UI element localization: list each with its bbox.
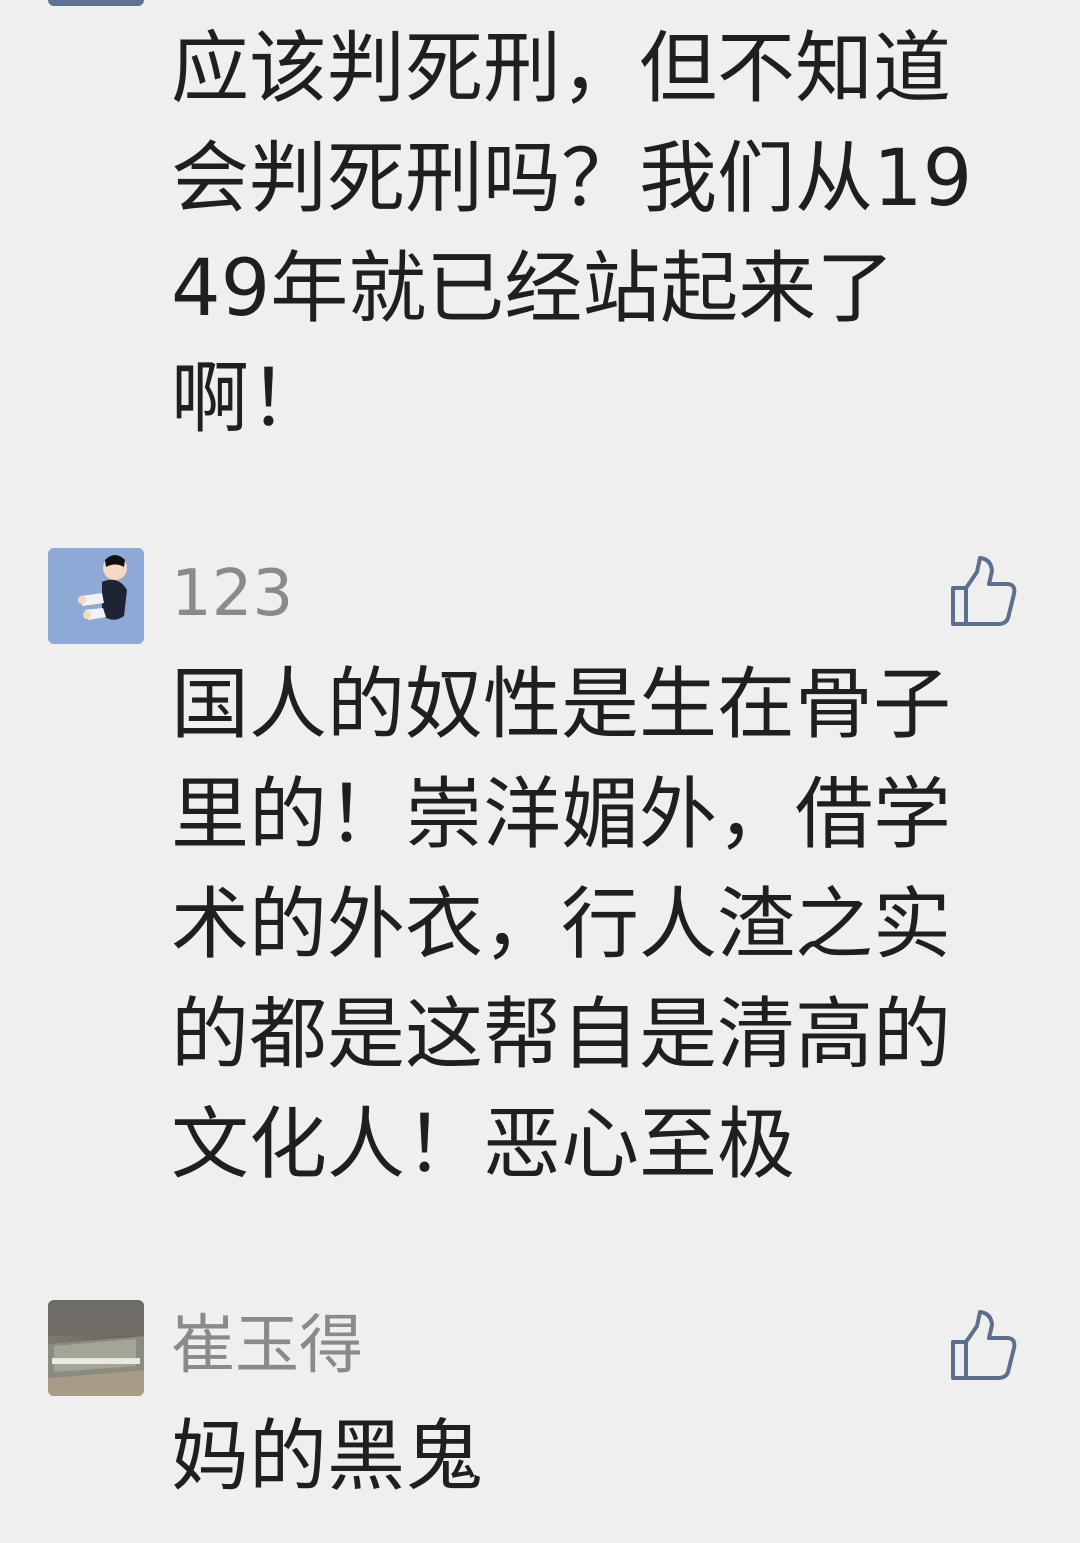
- room-photo-avatar-icon: [48, 1300, 144, 1396]
- previous-comment-avatar-edge: [48, 0, 144, 6]
- comment-text: 应该判死刑，但不知道会判死刑吗？我们从1949年就已经站起来了啊！: [171, 24, 973, 444]
- user-avatar[interactable]: [48, 548, 144, 644]
- user-avatar[interactable]: [48, 1300, 144, 1396]
- comment-text: 妈的黑鬼: [171, 1412, 484, 1502]
- comment-text: 国人的奴性是生在骨子里的！崇洋媚外，借学术的外衣，行人渣之实的都是这帮自是清高的…: [171, 660, 952, 1190]
- username[interactable]: 崔玉得: [171, 1314, 363, 1378]
- thumbs-up-icon[interactable]: [946, 1308, 1020, 1382]
- username[interactable]: 123: [171, 562, 293, 626]
- thumbs-up-icon[interactable]: [946, 554, 1020, 628]
- boy-sitting-avatar-icon: [48, 548, 144, 644]
